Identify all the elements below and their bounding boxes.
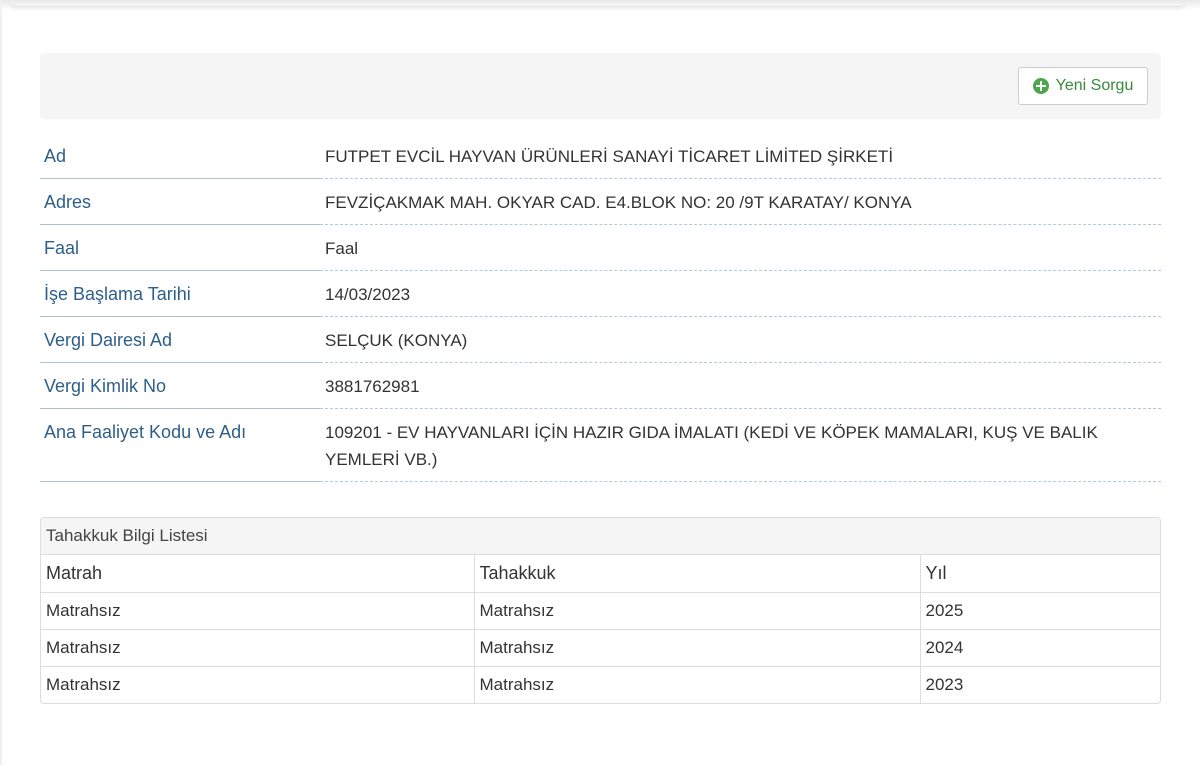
info-label: Ad xyxy=(40,133,320,179)
table-cell: Matrahsız xyxy=(473,628,920,666)
left-edge xyxy=(0,0,2,765)
table-cell: Matrahsız xyxy=(41,628,474,666)
accrual-panel-title: Tahakkuk Bilgi Listesi xyxy=(41,518,1160,555)
info-label: Faal xyxy=(40,225,320,271)
info-label: Adres xyxy=(40,179,320,225)
info-row-tax-id: Vergi Kimlik No 3881762981 xyxy=(40,363,1161,409)
top-card-edge xyxy=(10,0,1185,7)
table-row: Matrahsız Matrahsız 2023 xyxy=(41,665,1160,703)
new-query-label: Yeni Sorgu xyxy=(1055,77,1134,94)
info-row-address: Adres FEVZİÇAKMAK MAH. OKYAR CAD. E4.BLO… xyxy=(40,179,1161,225)
info-row-start-date: İşe Başlama Tarihi 14/03/2023 xyxy=(40,271,1161,317)
table-cell: Matrahsız xyxy=(473,665,920,703)
table-cell: 2024 xyxy=(919,628,1160,666)
plus-circle-icon xyxy=(1032,78,1049,94)
info-value: FEVZİÇAKMAK MAH. OKYAR CAD. E4.BLOK NO: … xyxy=(320,179,1161,225)
table-row: Matrahsız Matrahsız 2024 xyxy=(41,628,1160,666)
accrual-table: Matrah Tahakkuk Yıl Matrahsız Matrahsız … xyxy=(41,555,1160,703)
table-cell: Matrahsız xyxy=(41,591,474,629)
info-row-tax-office: Vergi Dairesi Ad SELÇUK (KONYA) xyxy=(40,317,1161,363)
info-value: 14/03/2023 xyxy=(320,271,1161,317)
info-value: FUTPET EVCİL HAYVAN ÜRÜNLERİ SANAYİ TİCA… xyxy=(320,133,1161,179)
table-cell: Matrahsız xyxy=(473,591,920,629)
column-header-matrah: Matrah xyxy=(46,562,103,583)
info-value: 109201 - EV HAYVANLARI İÇİN HAZIR GIDA İ… xyxy=(320,409,1161,482)
column-header-yil: Yıl xyxy=(919,555,1160,592)
info-value: Faal xyxy=(320,225,1161,271)
info-label: Ana Faaliyet Kodu ve Adı xyxy=(40,409,320,482)
info-label: Vergi Kimlik No xyxy=(40,363,320,409)
info-row-name: Ad FUTPET EVCİL HAYVAN ÜRÜNLERİ SANAYİ T… xyxy=(40,133,1161,179)
info-row-active: Faal Faal xyxy=(40,225,1161,271)
table-cell: 2025 xyxy=(919,591,1160,629)
info-label: Vergi Dairesi Ad xyxy=(40,317,320,363)
info-value: SELÇUK (KONYA) xyxy=(320,317,1161,363)
table-row: Matrahsız Matrahsız 2025 xyxy=(41,591,1160,629)
info-row-main-activity: Ana Faaliyet Kodu ve Adı 109201 - EV HAY… xyxy=(40,409,1161,482)
new-query-button[interactable]: Yeni Sorgu xyxy=(1018,67,1148,105)
table-cell: Matrahsız xyxy=(41,665,474,703)
accrual-panel: Tahakkuk Bilgi Listesi Matrah Tahakkuk Y… xyxy=(40,517,1161,704)
table-cell: 2023 xyxy=(919,665,1160,703)
info-label: İşe Başlama Tarihi xyxy=(40,271,320,317)
table-header-row: Matrah Tahakkuk Yıl xyxy=(41,555,1160,592)
toolbar: Yeni Sorgu xyxy=(40,53,1161,119)
column-header-tahakkuk: Tahakkuk xyxy=(473,555,920,592)
info-value: 3881762981 xyxy=(320,363,1161,409)
taxpayer-info: Ad FUTPET EVCİL HAYVAN ÜRÜNLERİ SANAYİ T… xyxy=(40,133,1161,482)
